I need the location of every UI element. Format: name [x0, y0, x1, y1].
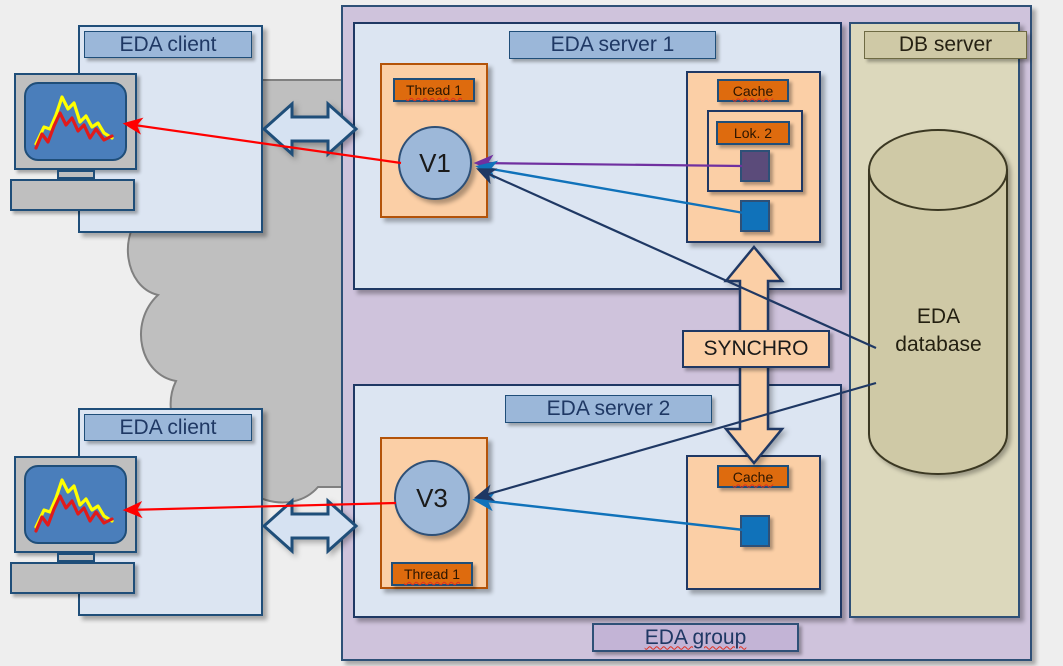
client-bottom-monitor-screen: [24, 465, 127, 544]
eda-server-1-locked-object[interactable]: [740, 150, 770, 182]
eda-group-label-text: EDA group: [644, 625, 747, 649]
db-server-title: DB server: [864, 31, 1027, 59]
view-node-label: V3: [416, 482, 448, 513]
eda-group-label: EDA group: [592, 623, 799, 652]
lock-label-text: Lok. 2: [733, 125, 773, 141]
synchro-label: SYNCHRO: [682, 330, 830, 368]
eda-server-2-thread-label: Thread 1: [391, 562, 473, 586]
eda-database-label-line2: database: [895, 333, 982, 356]
eda-server-1-thread-label: Thread 1: [393, 78, 475, 102]
eda-database-label-line1: EDA: [916, 304, 961, 328]
eda-server-1-view-node[interactable]: V1: [398, 126, 472, 200]
eda-server-2-cached-object[interactable]: [740, 515, 770, 547]
eda-client-top-title: EDA client: [84, 31, 252, 58]
diagram-canvas: EDA server 1 Thread 1 V1 Cache Lok. 2 ED…: [0, 0, 1063, 666]
eda-server-1-cached-object[interactable]: [740, 200, 770, 232]
eda-server-2-cache-label: Cache: [717, 465, 789, 488]
cache-label-text: Cache: [732, 82, 774, 99]
client-top-monitor-neck: [57, 170, 95, 179]
client-top-monitor-base: [10, 179, 135, 211]
client-bottom-monitor-neck: [57, 553, 95, 562]
eda-server-1-cache-label: Cache: [717, 79, 789, 102]
thread-label-text: Thread 1: [405, 82, 463, 98]
eda-server-2-view-node[interactable]: V3: [394, 460, 470, 536]
client-bottom-monitor-base: [10, 562, 135, 594]
cache-label-text: Cache: [732, 468, 774, 485]
eda-database-label: EDA database: [866, 296, 1011, 366]
client-top-network-double-arrow-icon: [261, 100, 359, 158]
client-top-monitor-screen: [24, 82, 127, 161]
eda-server-1-title: EDA server 1: [509, 31, 716, 59]
thread-label-text: Thread 1: [403, 566, 461, 582]
client-bottom-network-double-arrow-icon: [261, 497, 359, 555]
eda-client-bottom-title: EDA client: [84, 414, 252, 441]
eda-server-1-lock-label: Lok. 2: [716, 121, 790, 145]
view-node-label: V1: [419, 147, 451, 178]
